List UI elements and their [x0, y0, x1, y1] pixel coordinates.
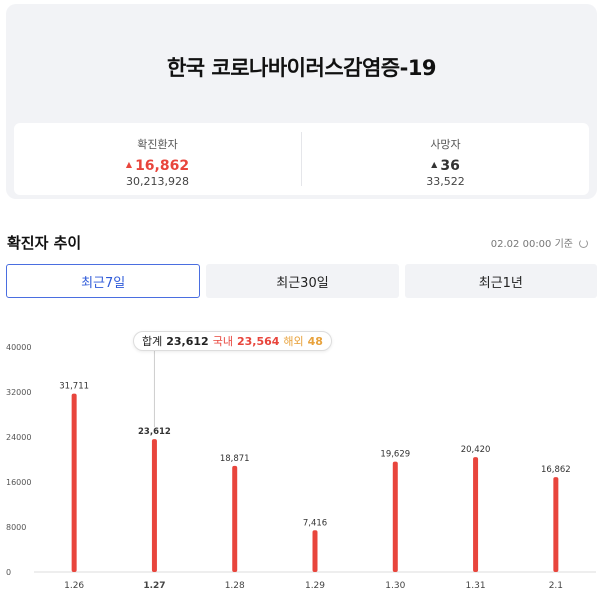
- bar-value-label: 16,862: [541, 465, 571, 475]
- bar: [71, 393, 77, 572]
- tooltip-domestic-label: 국내: [212, 335, 233, 348]
- tab-30days[interactable]: 최근30일: [206, 264, 399, 298]
- tooltip-overseas-value: 48: [307, 334, 323, 348]
- confirmed-label: 확진환자: [137, 138, 178, 151]
- summary-card: 한국 코로나바이러스감염증-19 확진환자 ▲ 16,862 30,213,928…: [6, 4, 597, 199]
- deaths-stat: 사망자 ▲ 36 33,522: [301, 132, 589, 188]
- x-tick-label: 1.31: [466, 581, 486, 591]
- deaths-new-value: 36: [440, 158, 460, 174]
- bar: [553, 477, 559, 572]
- period-tabs: 최근7일 최근30일 최근1년: [6, 264, 597, 298]
- tooltip-total-value: 23,612: [166, 334, 209, 348]
- tooltip-total-label: 합계: [142, 335, 163, 348]
- chart-tooltip: 합계 23,612 국내 23,564 해외 48: [133, 331, 332, 351]
- tooltip-domestic-value: 23,564: [236, 334, 280, 348]
- timestamp: 02.02 00:00 기준: [491, 235, 588, 250]
- x-tick-label: 2.1: [549, 581, 563, 591]
- x-tick-label: 1.27: [143, 581, 165, 591]
- confirmed-new-value: 16,862: [135, 158, 190, 174]
- bar-value-label: 18,871: [220, 454, 250, 464]
- bar: [392, 461, 398, 572]
- deaths-new: ▲ 36: [302, 158, 589, 174]
- confirmed-bar-chart: 0 8000 16000 24000 32000 40000 31,711 1.26 23,61…: [6, 343, 596, 591]
- up-arrow-icon: ▲: [125, 160, 133, 169]
- timestamp-text: 02.02 00:00 기준: [490, 239, 573, 250]
- bar: [232, 465, 238, 572]
- page-title: 한국 코로나바이러스감염증-19: [166, 56, 437, 80]
- x-tick-label: 1.30: [385, 581, 405, 591]
- y-tick-label: 32000: [6, 388, 31, 397]
- y-tick-label: 0: [6, 568, 11, 577]
- deaths-total: 33,522: [426, 175, 465, 188]
- confirmed-new: ▲ 16,862: [14, 158, 301, 174]
- bar: [473, 457, 479, 572]
- up-arrow-icon: ▲: [431, 160, 438, 169]
- x-tick-label: 1.28: [225, 581, 245, 591]
- x-tick-label: 1.26: [64, 581, 84, 591]
- bar-value-label: 31,711: [59, 382, 89, 392]
- tab-1year[interactable]: 최근1년: [404, 264, 597, 298]
- bar-value-label: 7,416: [303, 518, 327, 528]
- confirmed-total: 30,213,928: [126, 175, 189, 188]
- refresh-icon[interactable]: [579, 239, 588, 248]
- y-tick-label: 40000: [6, 343, 31, 352]
- trend-title: 확진자 추이: [7, 234, 82, 252]
- confirmed-stat: 확진환자 ▲ 16,862 30,213,928: [14, 123, 301, 195]
- bar: [151, 439, 157, 572]
- stats-box: 확진환자 ▲ 16,862 30,213,928 사망자 ▲ 36 33,522: [14, 123, 589, 195]
- bar-value-label: 23,612: [138, 427, 171, 437]
- x-tick-label: 1.29: [305, 581, 325, 591]
- bar-value-label: 20,420: [461, 445, 491, 455]
- bar: [312, 530, 318, 572]
- tooltip-overseas-label: 해외: [283, 335, 304, 348]
- tab-7days[interactable]: 최근7일: [6, 264, 201, 298]
- y-tick-label: 8000: [6, 523, 26, 532]
- y-tick-label: 24000: [6, 433, 31, 442]
- bar-value-label: 19,629: [380, 450, 410, 460]
- deaths-label: 사망자: [430, 138, 461, 151]
- y-tick-label: 16000: [6, 478, 31, 487]
